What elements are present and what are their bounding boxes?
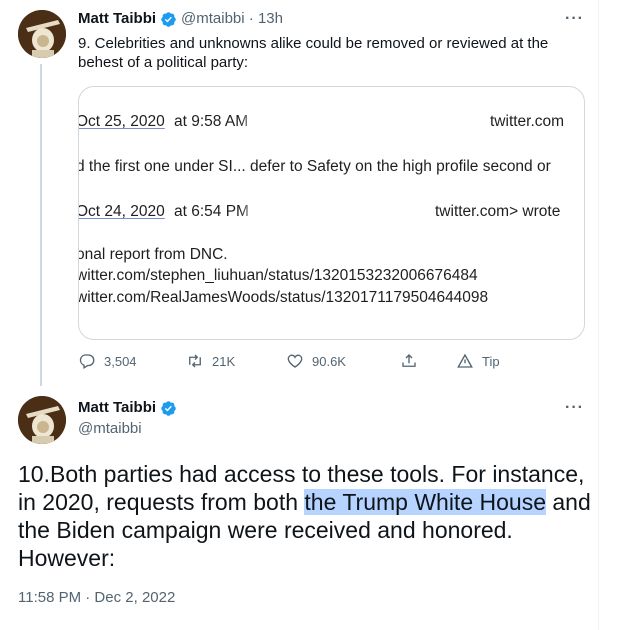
avatar[interactable] (18, 396, 66, 444)
redaction (239, 204, 273, 222)
avatar[interactable] (18, 10, 66, 58)
reply-button[interactable]: 3,504 (78, 352, 137, 370)
author-name[interactable]: Matt Taibbi (78, 399, 156, 416)
tweet-actions: 3,504 21K 90.6K Tip (78, 352, 578, 372)
more-options-icon[interactable]: ··· (565, 399, 584, 417)
screenshot-line: d the first one under SI... defer to Saf… (78, 158, 551, 175)
screenshot-line: onal report from DNC. (78, 246, 228, 263)
selected-text-highlight: the Trump White House (304, 489, 546, 515)
redaction (239, 114, 273, 132)
like-button[interactable]: 90.6K (286, 352, 346, 370)
reply-icon (79, 354, 95, 369)
screenshot-line: at 6:54 PM (174, 203, 249, 220)
screenshot-line: Oct 24, 2020 (78, 203, 165, 220)
screenshot-line: Oct 25, 2020 (78, 113, 165, 130)
tip-label: Tip (482, 353, 500, 369)
screenshot-line: witter.com/RealJamesWoods/status/1320171… (78, 289, 489, 306)
tweet-timestamp[interactable]: 11:58 PM · Dec 2, 2022 (18, 589, 175, 606)
retweet-icon (189, 354, 201, 368)
tip-button[interactable]: Tip (456, 352, 500, 370)
retweet-button[interactable]: 21K (186, 352, 235, 370)
reply-count: 3,504 (104, 353, 137, 369)
verified-badge-icon (161, 12, 176, 27)
heart-icon (287, 354, 303, 368)
retweet-count: 21K (212, 353, 236, 369)
screenshot-line: witter.com/stephen_liuhuan/status/132015… (78, 267, 478, 284)
thread-connector-line (40, 64, 42, 386)
like-count: 90.6K (312, 353, 346, 369)
more-options-icon[interactable]: ··· (565, 10, 584, 28)
tweet-time[interactable]: 13h (258, 10, 283, 27)
tip-icon (457, 353, 473, 368)
author-handle[interactable]: @mtaibbi (78, 420, 142, 437)
author-name[interactable]: Matt Taibbi (78, 10, 156, 27)
share-button[interactable] (400, 352, 418, 370)
verified-badge-icon (161, 401, 176, 416)
share-icon (402, 354, 416, 367)
tweet-text: 10.Both parties had access to these tool… (18, 460, 608, 572)
screenshot-line: twitter.com (490, 113, 565, 130)
attached-image[interactable]: Oct 25, 2020 at 9:58 AM twitter.com d th… (78, 86, 585, 340)
screenshot-line: twitter.com> wrote (435, 203, 561, 220)
tweet-text: 9. Celebrities and unknowns alike could … (78, 35, 549, 71)
screenshot-line: at 9:58 AM (174, 113, 249, 130)
separator-dot: · (248, 10, 254, 27)
author-handle[interactable]: @mtaibbi (181, 10, 245, 27)
